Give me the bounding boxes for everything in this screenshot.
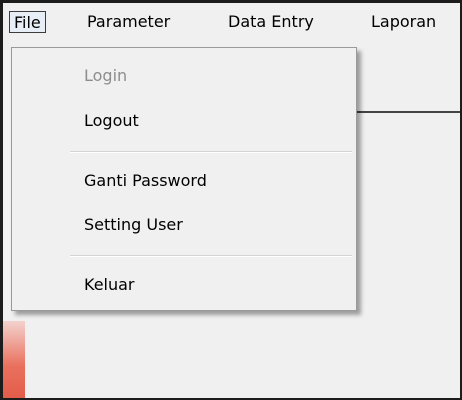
background-accent bbox=[3, 321, 25, 398]
menu-icon-gutter bbox=[12, 48, 68, 310]
file-dropdown-menu: Login Logout Ganti Password Setting User… bbox=[11, 47, 357, 311]
menu-item-ganti-password[interactable]: Ganti Password bbox=[84, 168, 207, 194]
menu-data-entry[interactable]: Data Entry bbox=[222, 10, 320, 34]
menu-parameter[interactable]: Parameter bbox=[81, 10, 176, 34]
menu-item-keluar[interactable]: Keluar bbox=[84, 272, 135, 298]
menu-item-logout[interactable]: Logout bbox=[84, 108, 139, 134]
app-window: File Parameter Data Entry Laporan Login … bbox=[0, 0, 462, 400]
menu-separator bbox=[70, 255, 352, 257]
menu-bar: File Parameter Data Entry Laporan bbox=[3, 3, 460, 34]
content-divider bbox=[353, 111, 460, 113]
menu-laporan[interactable]: Laporan bbox=[365, 10, 442, 34]
menu-item-setting-user[interactable]: Setting User bbox=[84, 212, 183, 238]
menu-item-login: Login bbox=[84, 66, 128, 85]
menu-file[interactable]: File bbox=[9, 11, 46, 33]
menu-separator bbox=[70, 151, 352, 153]
